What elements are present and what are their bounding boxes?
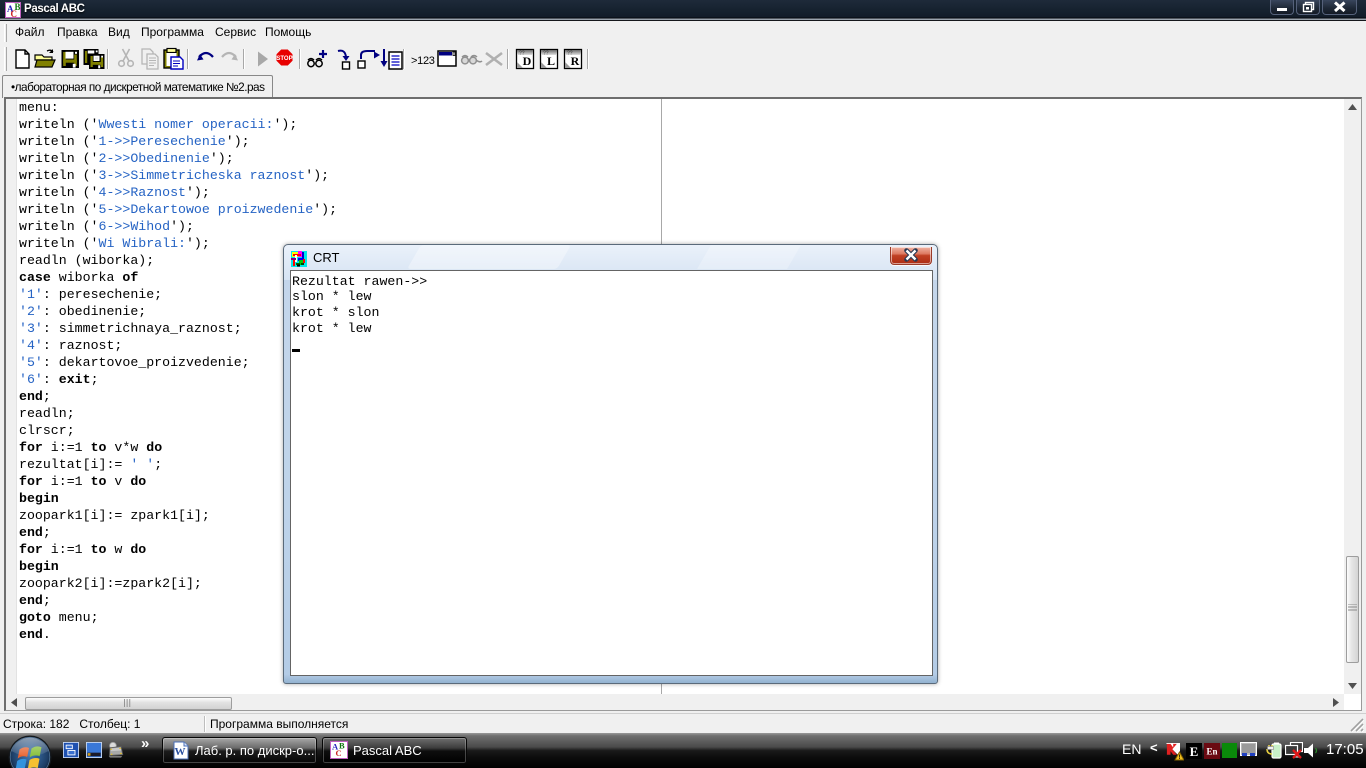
svg-text:En: En	[1206, 747, 1217, 757]
svg-text:!: !	[1179, 755, 1181, 761]
svg-text:W: W	[175, 746, 186, 758]
svg-text:STOP: STOP	[276, 56, 292, 62]
svg-text:C: C	[336, 748, 342, 758]
svg-text:??: ??	[567, 51, 573, 57]
svg-text:??: ??	[543, 51, 549, 57]
svg-text:??: ??	[519, 51, 525, 57]
svg-text:E: E	[1190, 744, 1199, 759]
